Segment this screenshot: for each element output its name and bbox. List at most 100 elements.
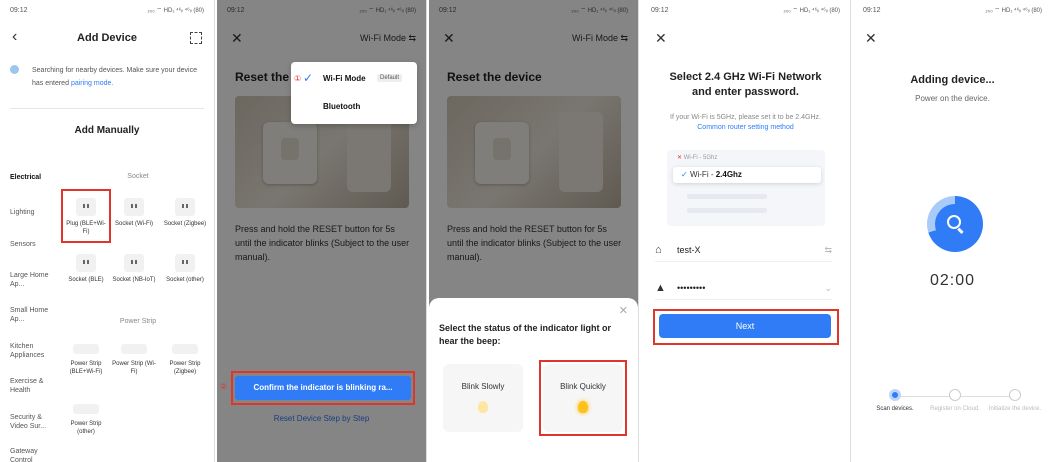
- page-title: Select 2.4 GHz Wi-Fi Network and enter p…: [641, 70, 850, 100]
- category-gateway[interactable]: Gateway Control: [10, 447, 58, 462]
- device-tile[interactable]: Power Strip (Wi-Fi): [112, 340, 156, 376]
- wifi-row-placeholder: [677, 204, 815, 216]
- tile-label: Socket (other): [166, 277, 204, 283]
- highlight-box: [539, 360, 627, 436]
- category-exercise[interactable]: Exercise & Health: [10, 377, 58, 395]
- wifi-5g-row: ✕ Wi-Fi - 5Ghz: [677, 155, 718, 161]
- tile-label: Socket (Wi-Fi): [115, 221, 153, 227]
- status-time: 09:12: [651, 6, 669, 14]
- category-small-home[interactable]: Small Home Ap...: [10, 306, 58, 324]
- step-label: Register on Cloud.: [930, 406, 980, 412]
- add-manually-heading: Add Manually: [74, 125, 140, 136]
- section-power-strip: Power Strip: [119, 318, 157, 325]
- adding-device-screen: 09:12 ₂₀₀ ⌔ HD₁ ⁴⁶ᵢₗ ⁴⁶ᵢₗ (80) ✕ Adding …: [853, 0, 1052, 462]
- wifi-24-row: ✓ Wi-Fi - 2.4Ghz: [673, 167, 821, 183]
- close-icon[interactable]: ✕: [619, 304, 628, 317]
- category-security[interactable]: Security & Video Sur...: [10, 413, 58, 431]
- power-strip-icon: [73, 404, 99, 414]
- socket-icon: [175, 198, 195, 216]
- ssid-field[interactable]: ⌂ test-X ⇆: [655, 238, 832, 262]
- wifi-select-screen: 09:12 ₂₀₀ ⌔ HD₁ ⁴⁶ᵢₗ ⁴⁶ᵢₗ (80) ✕ Select …: [641, 0, 851, 462]
- category-large-home[interactable]: Large Home Ap...: [10, 271, 58, 289]
- close-icon[interactable]: ✕: [865, 30, 877, 47]
- sheet-title: Select the status of the indicator light…: [439, 323, 612, 346]
- power-strip-icon: [73, 344, 99, 354]
- show-password-icon[interactable]: ⌄: [824, 276, 832, 300]
- tile-label: Socket (BLE): [68, 277, 104, 283]
- blink-slowly-option[interactable]: Blink Slowly: [443, 364, 523, 432]
- wifi-24-prefix: Wi-Fi -: [689, 170, 716, 179]
- search-icon: [947, 215, 961, 229]
- page-title: Add Device: [77, 32, 137, 44]
- highlight-box: [653, 309, 839, 345]
- socket-icon: [124, 198, 144, 216]
- countdown-timer: 02:00: [929, 272, 976, 289]
- highlight-box: [231, 371, 415, 405]
- device-tile[interactable]: Socket (Zigbee): [163, 198, 207, 228]
- status-icons: ₂₀₀ ⌔ HD₁ ⁴⁶ᵢₗ ⁴⁶ᵢₗ (80): [783, 8, 840, 14]
- title-line-1: Select 2.4 GHz Wi-Fi Network: [669, 71, 822, 83]
- wifi-hint: If your Wi-Fi is 5GHz, please set it to …: [651, 113, 840, 133]
- close-icon[interactable]: ✕: [655, 30, 667, 47]
- title-line-2: and enter password.: [692, 86, 799, 98]
- device-tile[interactable]: Socket (Wi-Fi): [112, 198, 156, 228]
- ssid-value: test-X: [677, 245, 701, 255]
- scan-icon[interactable]: [190, 32, 202, 44]
- status-icons: ₂₀₀ ⌔ HD₁ ⁴⁶ᵢₗ ⁴⁶ᵢₗ (80): [985, 8, 1042, 14]
- category-lighting[interactable]: Lighting: [10, 208, 35, 217]
- device-tile[interactable]: Socket (BLE): [64, 254, 108, 284]
- lock-icon: ▲: [655, 282, 666, 294]
- status-bar: 09:12 ₂₀₀ ⌔ HD₁ ⁴⁶ᵢₗ ⁴⁶ᵢₗ (80): [853, 0, 1052, 20]
- password-field[interactable]: ▲ ••••••••• ⌄: [655, 276, 832, 300]
- search-hint-text: Searching for nearby devices. Make sure …: [32, 67, 197, 87]
- option-label: Blink Slowly: [461, 382, 505, 391]
- pairing-mode-link[interactable]: pairing mode.: [71, 80, 113, 87]
- default-badge: Default: [377, 74, 403, 82]
- tile-label: Power Strip (Zigbee): [169, 361, 201, 375]
- socket-icon: [175, 254, 195, 272]
- bulb-icon: [478, 401, 488, 413]
- socket-icon: [76, 254, 96, 272]
- check-icon: ✓: [303, 71, 314, 85]
- category-kitchen[interactable]: Kitchen Appliances: [10, 342, 58, 360]
- device-tile[interactable]: Power Strip (BLE+Wi-Fi): [64, 340, 108, 376]
- step-label: Scan devices.: [876, 406, 914, 412]
- category-electrical[interactable]: Electrical: [10, 173, 41, 182]
- device-tile[interactable]: Socket (NB-IoT): [112, 254, 156, 284]
- step-marker-2: ②: [220, 382, 228, 391]
- status-bar: 09:12 ₂₀₀ ⌔ HD₁ ⁴⁶ᵢₗ ⁴⁶ᵢₗ (80): [0, 0, 214, 20]
- status-time: 09:12: [863, 6, 881, 14]
- wifi-24-label: 2.4Ghz: [715, 170, 742, 179]
- search-hint: Searching for nearby devices. Make sure …: [10, 64, 204, 90]
- device-tile[interactable]: Power Strip (other): [64, 400, 108, 436]
- step-marker-1: ①: [294, 74, 302, 83]
- bluetooth-search-icon: [10, 65, 19, 74]
- step-register: Register on Cloud.: [925, 389, 985, 413]
- router-setting-link[interactable]: Common router setting method: [651, 123, 840, 133]
- page-subtitle: Power on the device.: [915, 94, 990, 103]
- tile-label: Power Strip (Wi-Fi): [112, 361, 156, 375]
- divider: [10, 108, 204, 109]
- menu-item-bluetooth[interactable]: Bluetooth: [323, 102, 360, 111]
- menu-item-wifi-mode[interactable]: Wi-Fi Mode: [323, 74, 366, 83]
- wifi-illustration: ✕ Wi-Fi - 5Ghz ✓ Wi-Fi - 2.4Ghz: [667, 150, 825, 226]
- step-scan: Scan devices.: [865, 389, 925, 413]
- status-bar: 09:12 ₂₀₀ ⌔ HD₁ ⁴⁶ᵢₗ ⁴⁶ᵢₗ (80): [641, 0, 850, 20]
- page-title: Adding device...: [910, 74, 995, 86]
- step-initialize: Initialize the device.: [985, 389, 1045, 413]
- wifi-row-placeholder: [677, 190, 815, 202]
- tile-label: Socket (Zigbee): [163, 221, 207, 227]
- status-icons: ₂₀₀ ⌔ HD₁ ⁴⁶ᵢₗ ⁴⁶ᵢₗ (80): [147, 8, 204, 14]
- switch-network-icon[interactable]: ⇆: [824, 238, 832, 262]
- socket-icon: [124, 254, 144, 272]
- add-device-screen: 09:12 ₂₀₀ ⌔ HD₁ ⁴⁶ᵢₗ ⁴⁶ᵢₗ (80) ‹ Add Dev…: [0, 0, 215, 462]
- category-sensors[interactable]: Sensors: [10, 240, 36, 249]
- device-tile[interactable]: Power Strip (Zigbee): [163, 340, 207, 376]
- tile-label: Power Strip (BLE+Wi-Fi): [69, 361, 103, 375]
- device-tile[interactable]: Socket (other): [163, 254, 207, 284]
- tile-label: Power Strip (other): [70, 421, 102, 435]
- wifi-5g-label: Wi-Fi - 5Ghz: [683, 155, 718, 161]
- indicator-bottom-sheet: ✕ Select the status of the indicator lig…: [429, 298, 638, 462]
- wifi-icon: ⌂: [655, 244, 662, 256]
- reset-device-screen-menu: 09:12 ₂₀₀ ⌔ HD₁ ⁴⁶ᵢₗ ⁴⁶ᵢₗ (80) ✕ Wi-Fi M…: [217, 0, 427, 462]
